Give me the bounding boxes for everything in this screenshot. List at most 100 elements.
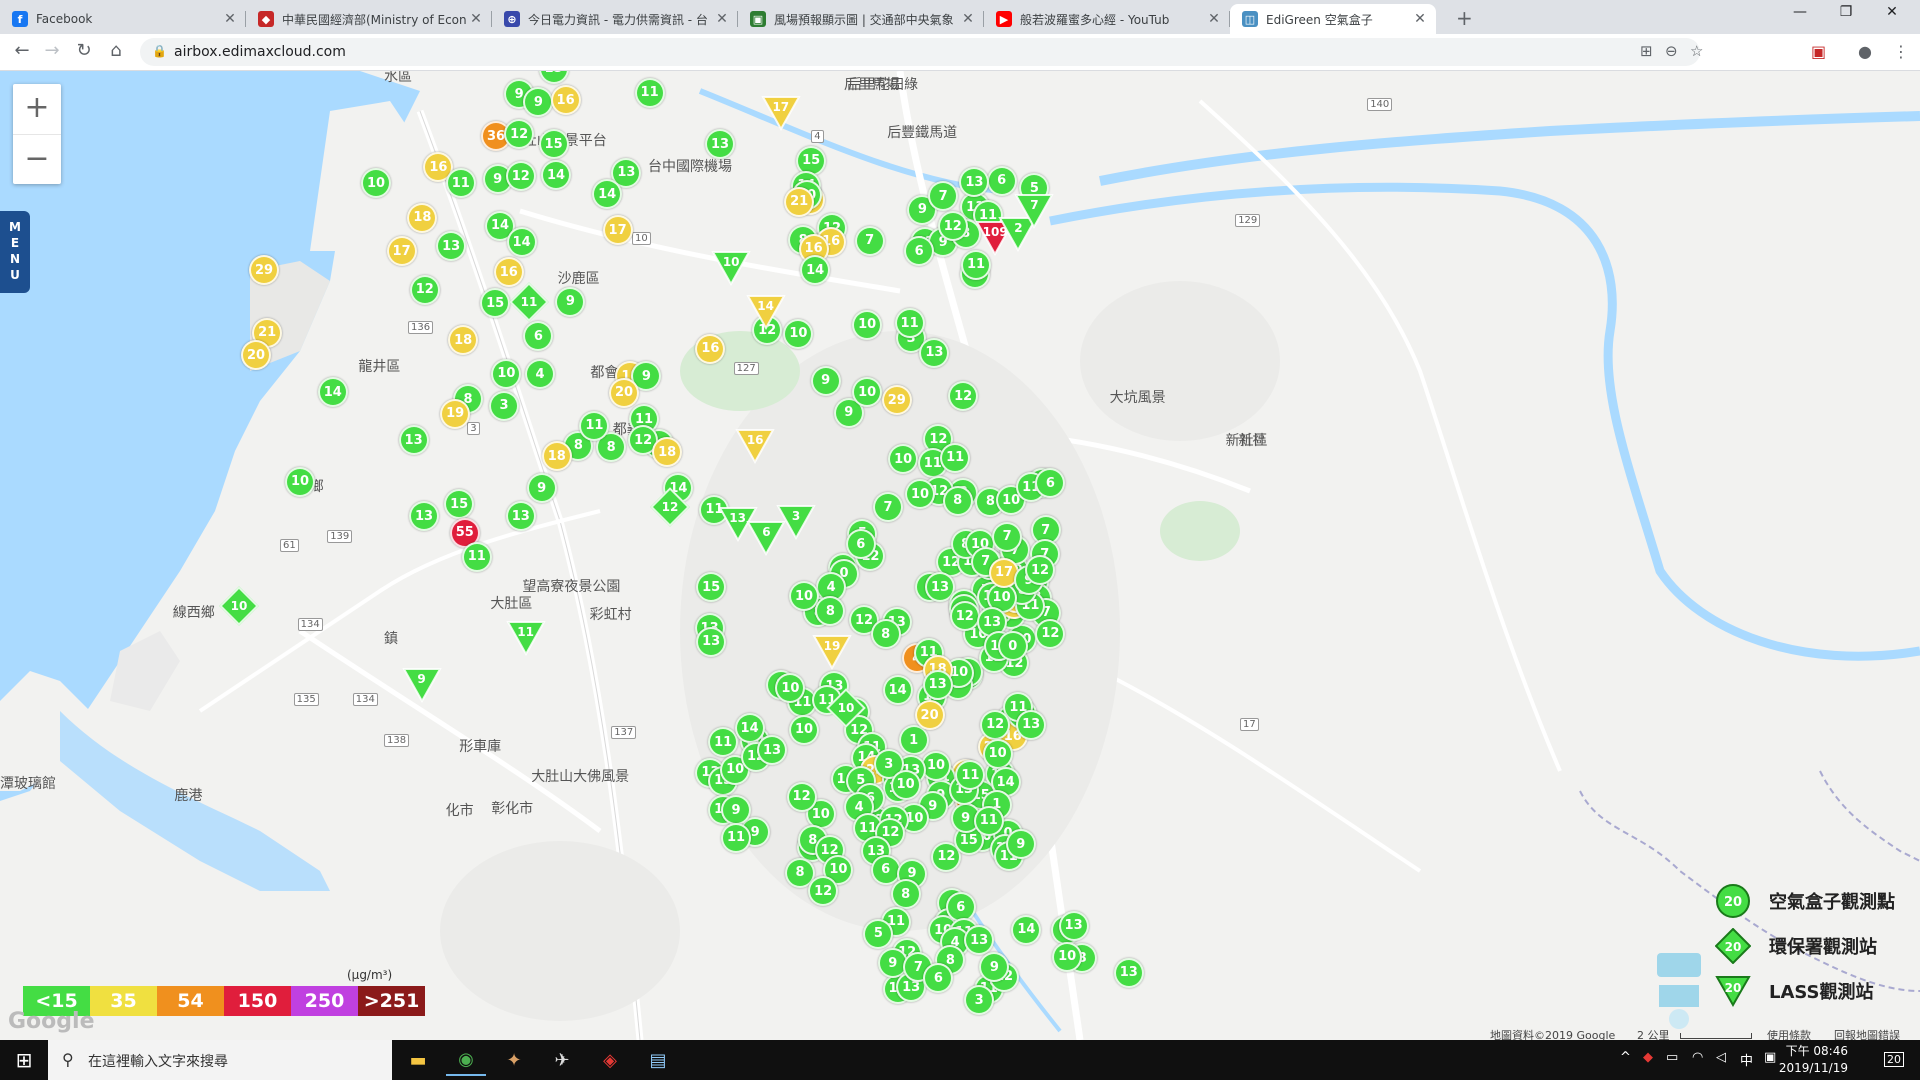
airbox-marker[interactable]: 18 xyxy=(652,437,683,467)
back-arrow-icon[interactable]: ← xyxy=(10,40,34,61)
airbox-marker[interactable]: 9 xyxy=(810,365,841,396)
airbox-marker[interactable]: 8 xyxy=(870,619,901,650)
browser-tab[interactable]: ◫ EdiGreen 空氣盒子 ✕ xyxy=(1230,4,1436,34)
airbox-marker[interactable]: 29 xyxy=(881,385,912,415)
lass-marker[interactable]: 14 xyxy=(745,294,786,331)
minimize-button[interactable]: — xyxy=(1777,4,1823,20)
lass-marker[interactable]: 3 xyxy=(776,504,816,541)
airbox-marker[interactable]: 11 xyxy=(445,168,476,199)
lass-marker[interactable]: 9 xyxy=(401,667,442,703)
airbox-marker[interactable]: 16 xyxy=(550,85,581,115)
tray-battery-icon[interactable]: ▭ xyxy=(1666,1050,1678,1065)
lass-marker[interactable]: 17 xyxy=(761,95,801,131)
airbox-marker[interactable]: 9 xyxy=(1005,829,1036,859)
airbox-marker[interactable]: 13 xyxy=(705,129,735,159)
tray-app-icon[interactable]: ◆ xyxy=(1643,1050,1653,1065)
notification-center-icon[interactable]: 20 xyxy=(1884,1052,1904,1067)
lass-marker[interactable]: 7 xyxy=(1014,193,1055,230)
airbox-marker[interactable]: 17 xyxy=(602,215,633,246)
airbox-marker[interactable]: 12 xyxy=(937,211,968,242)
airbox-marker[interactable]: 10 xyxy=(1052,941,1083,972)
airbox-marker[interactable]: 20 xyxy=(914,700,945,731)
lass-marker[interactable]: 10 xyxy=(711,250,751,287)
lass-marker[interactable]: 19 xyxy=(812,634,852,671)
map-scale-label[interactable]: 2 公里 xyxy=(1637,1027,1670,1040)
airbox-marker[interactable]: 17 xyxy=(386,236,417,267)
airbox-marker[interactable]: 13 xyxy=(922,669,953,700)
tab-close-icon[interactable]: ✕ xyxy=(466,11,486,27)
airbox-marker[interactable]: 7 xyxy=(873,492,903,523)
tab-close-icon[interactable]: ✕ xyxy=(1410,11,1430,27)
tray-chevron-icon[interactable]: ^ xyxy=(1620,1050,1631,1065)
zoom-in-button[interactable]: + xyxy=(13,84,61,135)
bookmark-star-icon[interactable]: ☆ xyxy=(1690,42,1703,60)
airbox-marker[interactable]: 15 xyxy=(538,129,569,159)
airbox-marker[interactable]: 19 xyxy=(440,398,471,429)
airbox-marker[interactable]: 10 xyxy=(789,714,819,745)
airbox-marker[interactable]: 14 xyxy=(506,227,537,258)
browser-tab[interactable]: ◆ 中華民國經濟部(Ministry of Econ ✕ xyxy=(246,4,492,34)
airbox-marker[interactable]: 12 xyxy=(409,274,440,305)
airbox-marker[interactable]: 11 xyxy=(721,822,751,853)
airbox-marker[interactable]: 12 xyxy=(505,161,536,191)
lass-marker[interactable]: 16 xyxy=(735,428,775,465)
more-menu-icon[interactable]: ⋮ xyxy=(1893,42,1909,61)
tab-close-icon[interactable]: ✕ xyxy=(1204,11,1224,27)
tab-close-icon[interactable]: ✕ xyxy=(958,11,978,27)
taskbar-clock[interactable]: 下午 08:46 2019/11/19 xyxy=(1778,1043,1848,1077)
airbox-marker[interactable]: 6 xyxy=(845,529,876,559)
app-icon-rabbit[interactable]: ✦ xyxy=(494,1044,534,1076)
terms-link[interactable]: 使用條款 xyxy=(1767,1027,1811,1040)
airbox-marker[interactable]: 11 xyxy=(634,77,665,108)
airbox-marker[interactable]: 11 xyxy=(973,805,1004,836)
extension-icon[interactable]: ▣ xyxy=(1811,42,1826,61)
taskbar-search-box[interactable]: ⚲ 在這裡輸入文字來搜尋 xyxy=(48,1040,392,1080)
profile-icon[interactable]: ● xyxy=(1858,42,1872,61)
google-logo[interactable]: Google xyxy=(8,1009,95,1034)
airbox-marker[interactable]: 16 xyxy=(493,257,524,287)
airbox-marker[interactable]: 0 xyxy=(997,631,1028,662)
browser-tab[interactable]: f Facebook ✕ xyxy=(0,4,246,34)
keyboard-icon[interactable]: ▣ xyxy=(1764,1050,1776,1065)
airbox-marker[interactable]: 14 xyxy=(882,675,913,706)
map-canvas[interactable]: 水區台中國際機場后里馬場后豐鐵馬道后里花田綠沙鹿區大肚山觀景平台大坑風景新社區龍… xyxy=(0,71,1920,1040)
maximize-button[interactable]: ❐ xyxy=(1823,4,1869,20)
ime-indicator[interactable]: 中 xyxy=(1740,1050,1753,1069)
airbox-marker[interactable]: 12 xyxy=(786,781,817,812)
airbox-marker[interactable]: 9 xyxy=(555,286,586,317)
airbox-marker[interactable]: 11 xyxy=(461,541,492,572)
airbox-marker[interactable]: 11 xyxy=(940,442,971,473)
browser-tab[interactable]: ▶ 般若波羅蜜多心經 - YouTub ✕ xyxy=(984,4,1230,34)
airbox-marker[interactable]: 6 xyxy=(986,165,1017,196)
zoom-out-button[interactable]: − xyxy=(13,135,61,185)
browser-tab[interactable]: ⊕ 今日電力資訊 - 電力供需資訊 - 台 ✕ xyxy=(492,4,738,34)
airbox-marker[interactable]: 13 xyxy=(505,501,536,531)
airbox-marker[interactable]: 10 xyxy=(852,377,883,407)
tab-close-icon[interactable]: ✕ xyxy=(220,11,240,27)
new-tab-button[interactable]: + xyxy=(1456,6,1473,30)
airbox-marker[interactable]: 21 xyxy=(784,186,815,217)
airbox-marker[interactable]: 10 xyxy=(982,738,1013,769)
airbox-marker[interactable]: 20 xyxy=(609,377,639,408)
app-icon-notepad[interactable]: ▤ xyxy=(638,1044,678,1076)
address-bar[interactable]: 🔒 airbox.edimaxcloud.com ⊞ ⊖ ☆ xyxy=(140,38,1703,66)
airbox-marker[interactable]: 13 xyxy=(964,925,995,955)
airbox-marker[interactable]: 6 xyxy=(870,854,901,885)
reload-icon[interactable]: ↻ xyxy=(72,40,96,61)
airbox-marker[interactable]: 10 xyxy=(852,309,883,340)
airbox-marker[interactable]: 13 xyxy=(1058,910,1089,941)
zoom-icon[interactable]: ⊖ xyxy=(1665,42,1678,60)
volume-icon[interactable]: ◁ xyxy=(1716,1050,1726,1065)
airbox-marker[interactable]: 8 xyxy=(890,879,921,910)
airbox-marker[interactable]: 12 xyxy=(980,709,1011,740)
airbox-marker[interactable]: 7 xyxy=(854,225,885,256)
airbox-marker[interactable]: 10 xyxy=(285,466,315,497)
close-window-button[interactable]: ✕ xyxy=(1869,4,1915,20)
app-icon-plane[interactable]: ✈ xyxy=(542,1044,582,1076)
windows-start-icon[interactable]: ⊞ xyxy=(0,1040,48,1080)
airbox-marker[interactable]: 14 xyxy=(1011,914,1042,945)
airbox-marker[interactable]: 13 xyxy=(398,425,429,455)
airbox-marker[interactable]: 1 xyxy=(898,725,929,755)
airbox-marker[interactable]: 10 xyxy=(361,168,391,199)
airbox-marker[interactable]: 18 xyxy=(541,441,572,471)
